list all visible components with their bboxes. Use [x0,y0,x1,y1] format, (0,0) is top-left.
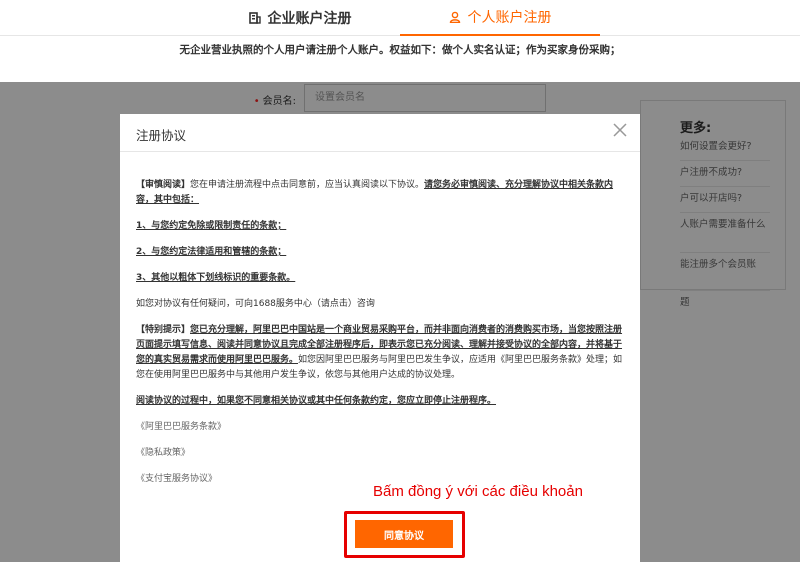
tab-enterprise[interactable]: 企业账户注册 [200,0,400,36]
careful-reading-paragraph: 【审慎阅读】您在申请注册流程中点击同意前，应当认真阅读以下协议。请您务必审慎阅读… [136,180,614,205]
dialog-title: 注册协议 [136,128,187,143]
instruction-annotation: Bấm đồng ý với các điều khoản [373,483,583,500]
user-icon [449,11,460,23]
personal-account-notice: 无企业营业执照的个人用户请注册个人账户。权益如下：做个人实名认证；作为买家身份采… [179,44,621,56]
stop-registration-notice: 阅读协议的过程中，如果您不同意相关协议或其中任何条款约定，您应立即停止注册程序。 [136,396,497,406]
service-center-link[interactable]: 如您对协议有任何疑问，可向1688服务中心（请点击）咨询 [136,297,626,312]
tab-enterprise-label: 企业账户注册 [267,11,352,27]
agree-button[interactable]: 同意协议 [355,520,453,548]
agreement-link[interactable]: 《阿里巴巴服务条款》 [136,420,626,435]
tab-personal-label: 个人账户注册 [467,10,552,26]
terms-item: 2、与您约定法律适用和管辖的条款； [136,247,287,257]
agreement-link[interactable]: 《隐私政策》 [136,446,626,461]
agreement-text: 【审慎阅读】您在申请注册流程中点击同意前，应当认真阅读以下协议。请您务必审慎阅读… [136,178,626,498]
close-icon[interactable] [610,120,630,140]
tab-personal[interactable]: 个人账户注册 [400,0,600,36]
dialog-header: 注册协议 [120,114,640,152]
terms-item: 3、其他以粗体下划线标识的重要条款。 [136,273,296,283]
building-icon [248,12,261,24]
special-notice-paragraph: 【特别提示】您已充分理解，阿里巴巴中国站是一个商业贸易采购平台，而并非面向消费者… [136,325,623,380]
terms-item: 1、与您约定免除或限制责任的条款； [136,221,287,231]
account-type-tabs: 企业账户注册 个人账户注册 [0,0,800,36]
